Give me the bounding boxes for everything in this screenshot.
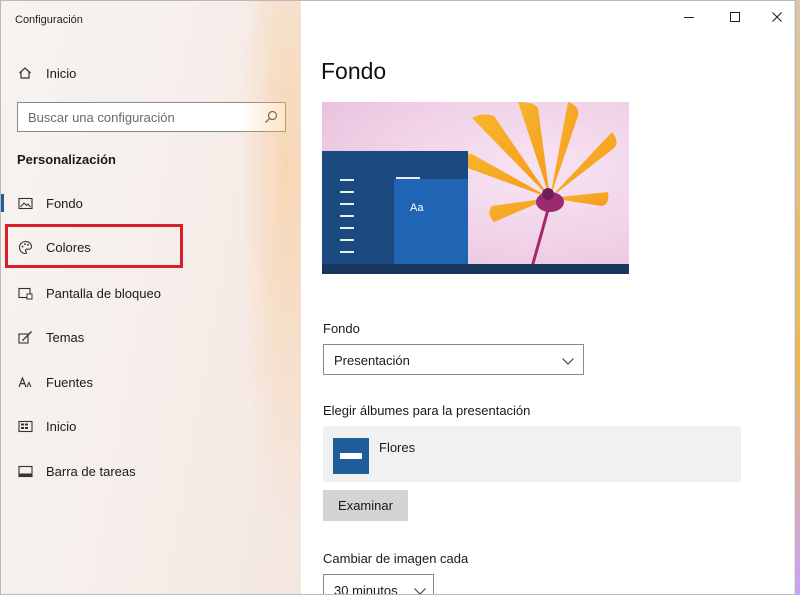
page-title: Fondo xyxy=(321,58,387,84)
preview-menu-line xyxy=(340,191,354,193)
window-title: Configuración xyxy=(15,14,83,26)
background-select[interactable]: Presentación xyxy=(323,344,584,375)
preview-menu-line xyxy=(340,203,354,205)
preview-menu-line xyxy=(340,215,354,217)
chevron-down-icon xyxy=(413,584,427,594)
sidebar-item-inicio[interactable]: Inicio xyxy=(1,408,301,444)
search-input[interactable] xyxy=(18,103,258,131)
maximize-button[interactable] xyxy=(717,6,753,32)
search-icon[interactable] xyxy=(263,109,279,125)
sidebar-item-label: Inicio xyxy=(46,65,77,81)
close-icon xyxy=(771,10,783,28)
font-icon xyxy=(17,374,33,390)
picture-icon xyxy=(17,195,33,211)
preview-sample-text: Aa xyxy=(410,202,424,214)
background-select-value: Presentación xyxy=(334,353,410,368)
preview-menu-line xyxy=(340,251,354,253)
minimize-icon xyxy=(683,10,695,28)
browse-button[interactable]: Examinar xyxy=(323,490,408,521)
sidebar-item-pantalla-de-bloqueo[interactable]: Pantalla de bloqueo xyxy=(1,275,301,311)
palette-icon xyxy=(17,239,33,255)
sidebar-item-label: Barra de tareas xyxy=(46,463,136,479)
sidebar-item-barra-de-tareas[interactable]: Barra de tareas xyxy=(1,453,301,489)
sidebar-item-label: Inicio xyxy=(46,418,77,434)
preview-tile-line xyxy=(396,177,420,179)
sidebar-item-fuentes[interactable]: Fuentes xyxy=(1,364,301,400)
desktop-edge xyxy=(796,0,800,595)
brush-icon xyxy=(17,329,33,345)
minimize-button[interactable] xyxy=(671,6,707,32)
interval-select[interactable]: 30 minutos xyxy=(323,574,434,595)
settings-window: Configuración Inicio Personalización Fon… xyxy=(0,0,796,595)
lock-screen-icon xyxy=(17,285,33,301)
sidebar-item-label: Pantalla de bloqueo xyxy=(46,285,161,301)
start-icon xyxy=(17,418,33,434)
preview-menu-line xyxy=(340,227,354,229)
sidebar-item-colores[interactable]: Colores xyxy=(1,229,301,265)
sidebar-item-fondo[interactable]: Fondo xyxy=(1,185,301,221)
sidebar-item-label: Fuentes xyxy=(46,374,93,390)
search-box xyxy=(17,102,286,132)
sidebar-item-label: Fondo xyxy=(46,195,83,211)
taskbar-icon xyxy=(17,463,33,479)
sidebar-item-temas[interactable]: Temas xyxy=(1,319,301,355)
sidebar-item-label: Temas xyxy=(46,329,85,345)
preview-menu-line xyxy=(340,179,354,181)
albums-label: Elegir álbumes para la presentación xyxy=(323,403,531,418)
interval-select-value: 30 minutos xyxy=(334,583,398,595)
section-title: Personalización xyxy=(17,152,116,167)
sidebar-item-home[interactable]: Inicio xyxy=(1,55,301,91)
sidebar-item-label: Colores xyxy=(46,239,91,255)
album-icon xyxy=(333,438,369,474)
sidebar: Configuración Inicio Personalización Fon… xyxy=(1,1,301,594)
chevron-down-icon xyxy=(561,354,575,366)
interval-label: Cambiar de imagen cada xyxy=(323,551,469,566)
main-content: Fondo Aa Fondo Presentación Elegir álbum… xyxy=(301,1,795,595)
maximize-icon xyxy=(729,10,741,28)
background-preview: Aa xyxy=(322,102,629,274)
album-item[interactable]: Flores xyxy=(323,426,741,482)
close-button[interactable] xyxy=(759,6,795,32)
preview-accent-tile xyxy=(394,179,468,264)
background-label: Fondo xyxy=(323,321,360,336)
home-icon xyxy=(17,65,33,81)
preview-menu-line xyxy=(340,239,354,241)
album-name: Flores xyxy=(379,440,416,455)
preview-taskbar xyxy=(322,264,629,274)
